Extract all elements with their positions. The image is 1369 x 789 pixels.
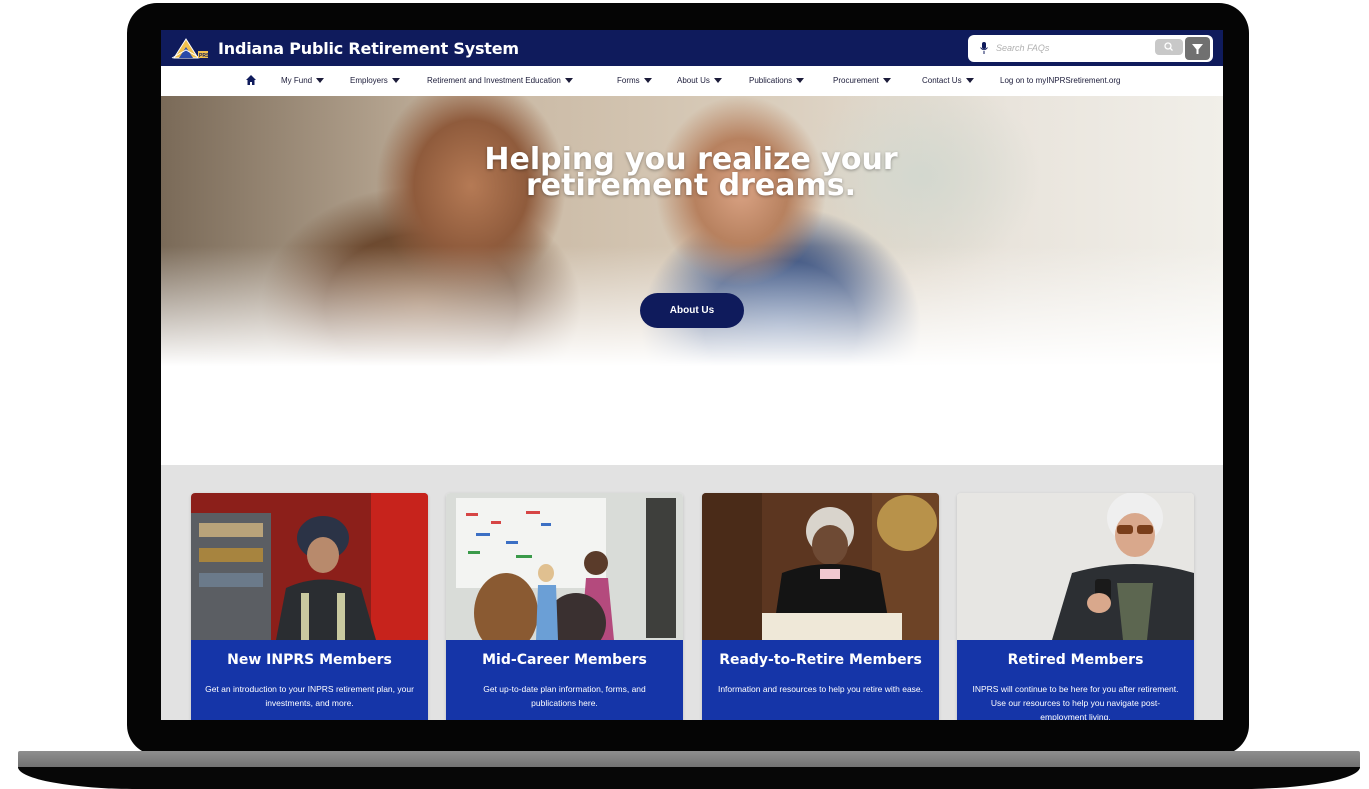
svg-text:PRS: PRS (199, 53, 209, 59)
retiree-photo (957, 493, 1194, 640)
inprs-logo[interactable]: PRS (171, 36, 209, 60)
card-body: Retired Members INPRS will continue to b… (957, 640, 1194, 720)
nav-item-about-us[interactable]: About Us (677, 76, 722, 85)
member-cards-section: New INPRS Members Get an introduction to… (161, 465, 1223, 720)
caret-down-icon (713, 78, 722, 84)
filter-icon (1192, 44, 1203, 54)
card-title[interactable]: New INPRS Members (191, 652, 428, 668)
nav-label: Retirement and Investment Education (427, 76, 561, 85)
caret-down-icon (643, 78, 652, 84)
search-button[interactable] (1155, 39, 1183, 55)
caret-down-icon (882, 78, 891, 84)
nav-item-login[interactable]: Log on to myINPRSretirement.org (1000, 76, 1121, 85)
nav-label: My Fund (281, 76, 313, 85)
card-title[interactable]: Mid-Career Members (446, 652, 683, 668)
card-body: Mid-Career Members Get up-to-date plan i… (446, 640, 683, 720)
main-nav: My Fund Employers Retirement and Investm… (161, 66, 1223, 97)
nav-label: Procurement (833, 76, 879, 85)
search-input[interactable] (996, 39, 1146, 57)
nav-label: About Us (677, 76, 710, 85)
nav-label: Publications (749, 76, 793, 85)
search-icon (1164, 42, 1173, 51)
caret-down-icon (316, 78, 325, 84)
home-icon[interactable] (245, 74, 257, 86)
nav-item-retirement-education[interactable]: Retirement and Investment Education (427, 76, 573, 85)
card-description: Get an introduction to your INPRS retire… (205, 684, 414, 708)
browser-screen: PRS Indiana Public Retirement System Sea… (161, 30, 1223, 720)
nav-label: Contact Us (922, 76, 962, 85)
card-description: Get up-to-date plan information, forms, … (483, 684, 646, 708)
microphone-icon[interactable] (978, 41, 990, 55)
card-title[interactable]: Retired Members (957, 652, 1194, 668)
card-body: New INPRS Members Get an introduction to… (191, 640, 428, 720)
nav-label: Log on to myINPRSretirement.org (1000, 76, 1121, 85)
laptop-base-shadow (18, 767, 1360, 789)
nav-item-my-fund[interactable]: My Fund (281, 76, 325, 85)
site-header: PRS Indiana Public Retirement System (161, 30, 1223, 66)
filter-button[interactable] (1185, 37, 1210, 60)
judge-photo (702, 493, 939, 640)
card-mid-career-members[interactable]: Mid-Career Members Get up-to-date plan i… (446, 493, 683, 720)
site-title[interactable]: Indiana Public Retirement System (218, 39, 519, 58)
caret-down-icon (796, 78, 805, 84)
firefighter-photo (191, 493, 428, 640)
card-ready-to-retire-members[interactable]: Ready-to-Retire Members Information and … (702, 493, 939, 720)
nav-item-contact-us[interactable]: Contact Us (922, 76, 974, 85)
about-us-button[interactable]: About Us (640, 293, 744, 328)
card-title[interactable]: Ready-to-Retire Members (702, 652, 939, 668)
card-new-members[interactable]: New INPRS Members Get an introduction to… (191, 493, 428, 720)
nav-item-forms[interactable]: Forms (617, 76, 652, 85)
caret-down-icon (965, 78, 974, 84)
nav-label: Forms (617, 76, 640, 85)
caret-down-icon (564, 78, 573, 84)
caret-down-icon (391, 78, 400, 84)
nav-item-procurement[interactable]: Procurement (833, 76, 891, 85)
nav-label: Employers (350, 76, 388, 85)
hero-headline: Helping you realize your retirement drea… (431, 145, 951, 201)
faq-search-box (968, 35, 1213, 62)
nav-item-employers[interactable]: Employers (350, 76, 400, 85)
card-description: INPRS will continue to be here for you a… (972, 684, 1179, 720)
classroom-photo (446, 493, 683, 640)
nav-item-publications[interactable]: Publications (749, 76, 805, 85)
card-retired-members[interactable]: Retired Members INPRS will continue to b… (957, 493, 1194, 720)
card-description: Information and resources to help you re… (717, 684, 924, 694)
card-body: Ready-to-Retire Members Information and … (702, 640, 939, 720)
